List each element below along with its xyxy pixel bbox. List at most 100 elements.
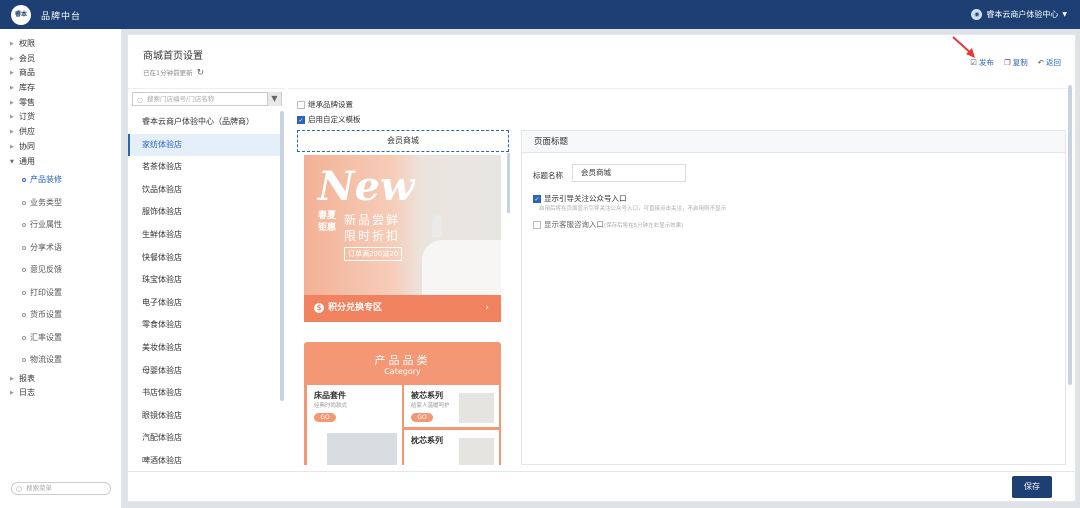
- sidebar-subnav: 产品装修 业务类型 行业属性 分享术语 意见反馈 打印设置 货币设置 汇率设置 …: [0, 169, 121, 372]
- sidebar: ▶ 权限 ▶ 会员 ▶ 商品 ▶ 库存 ▶ 零售 ▶ 订货 ▶ 供应 ▶ 协同 ▼ 通用 产品装修…: [0, 29, 122, 508]
- subitem-share-terms[interactable]: 分享术语: [0, 237, 121, 260]
- caret-right-icon: ▶: [10, 375, 14, 382]
- bullet-icon: [22, 268, 26, 273]
- sidebar-item-retail[interactable]: ▶ 零售: [0, 96, 121, 111]
- store-item[interactable]: 美妆体验店: [128, 337, 280, 360]
- store-item[interactable]: 茗茶体验店: [128, 156, 280, 179]
- bullet-icon: [22, 290, 26, 295]
- store-item[interactable]: 快餐体验店: [128, 247, 280, 270]
- store-item[interactable]: 母婴体验店: [128, 360, 280, 383]
- promo-banner[interactable]: New 春夏钜惠 新品尝鲜 限时折扣 订单满200减20: [304, 155, 501, 295]
- store-item[interactable]: 服饰体验店: [128, 201, 280, 224]
- filter-icon[interactable]: ▼: [267, 92, 281, 106]
- sidebar-item-logs[interactable]: ▶ 日志: [0, 386, 121, 401]
- category-card-quilt[interactable]: 被芯系列 给家人温暖呵护 GO: [404, 385, 499, 427]
- store-item[interactable]: 睿本云商户体验中心（品牌商）: [128, 111, 280, 134]
- sidebar-item-members[interactable]: ▶ 会员: [0, 52, 121, 67]
- category-card-pillow[interactable]: 枕芯系列: [404, 430, 499, 465]
- store-item[interactable]: 书店体验店: [128, 382, 280, 405]
- subitem-exchange-rate[interactable]: 汇率设置: [0, 327, 121, 350]
- store-item[interactable]: 零食体验店: [128, 314, 280, 337]
- sidebar-item-permissions[interactable]: ▶ 权限: [0, 37, 121, 52]
- edit-icon: ☑: [970, 58, 977, 67]
- sidebar-nav: ▶ 权限 ▶ 会员 ▶ 商品 ▶ 库存 ▶ 零售 ▶ 订货 ▶ 供应 ▶ 协同 ▼ 通用: [0, 29, 121, 169]
- refresh-icon[interactable]: ↻: [197, 68, 205, 78]
- publish-button[interactable]: ☑ 发布: [970, 57, 994, 68]
- pillow-image: [459, 438, 494, 465]
- settings-area: 继承品牌设置 ✓ 启用自定义模板 会员商城 New 春夏钜惠 新品尝鲜 限时折扣 …: [288, 88, 1073, 468]
- points-exchange-bar[interactable]: $ 积分兑换专区 ›: [304, 295, 501, 322]
- coin-icon: $: [314, 303, 324, 313]
- preview-scrollbar[interactable]: [507, 153, 510, 213]
- bullet-icon: [22, 245, 26, 250]
- sidebar-item-collab[interactable]: ▶ 协同: [0, 140, 121, 155]
- caret-down-icon: ▼: [10, 158, 14, 165]
- menu-search-input[interactable]: ○ 搜索菜单: [11, 482, 111, 495]
- sidebar-item-reports[interactable]: ▶ 报表: [0, 372, 121, 387]
- store-item[interactable]: 电子体验店: [128, 292, 280, 315]
- page-actions: ☑ 发布 ❐ 复制 ↶ 返回: [970, 57, 1061, 68]
- phone-preview-header[interactable]: 会员商城: [297, 130, 509, 152]
- banner-promo-text: 春夏钜惠: [318, 211, 337, 233]
- store-switcher[interactable]: ◉ 睿本云商户体验中心 ▼: [971, 9, 1067, 20]
- top-bar: 睿本 品牌中台 ◉ 睿本云商户体验中心 ▼: [0, 0, 1080, 29]
- sidebar-nav-bottom: ▶ 报表 ▶ 日志: [0, 372, 121, 401]
- customer-service-checkbox[interactable]: 显示客服咨询入口(保存后将在5分钟左右显示效果): [533, 219, 683, 230]
- search-icon: ○: [137, 96, 143, 104]
- follow-account-hint: 启用后将在页面显示引导关注公众号入口，可直接点击关注，不启用则不显示: [539, 206, 727, 212]
- category-section: 产品品类 Category 床品套件 经典时尚款式 GO 被芯系列 给家人温暖呵…: [304, 342, 501, 465]
- store-item[interactable]: 眼镜体验店: [128, 405, 280, 428]
- copy-icon: ❐: [1003, 58, 1011, 67]
- follow-account-checkbox[interactable]: ✓ 显示引导关注公众号入口: [533, 193, 627, 204]
- store-item[interactable]: 珠宝体验店: [128, 269, 280, 292]
- bullet-icon: [22, 200, 26, 205]
- checkbox-checked-icon: ✓: [297, 116, 305, 124]
- main-scrollbar[interactable]: [1068, 85, 1072, 385]
- bullet-icon: [22, 313, 26, 318]
- back-button[interactable]: ↶ 返回: [1038, 57, 1061, 68]
- main-panel: 商城首页设置 已在1分钟前更新 ↻ ☑ 发布 ❐ 复制 ↶ 返回 ○ 搜索门店编号/门店…: [127, 34, 1076, 502]
- store-search-input[interactable]: ○ 搜索门店编号/门店名称 ▼: [132, 92, 282, 106]
- store-item[interactable]: 汽配体验店: [128, 427, 280, 450]
- inherit-brand-checkbox[interactable]: 继承品牌设置: [297, 99, 353, 110]
- caret-right-icon: ▶: [10, 85, 14, 92]
- store-item[interactable]: 生鲜体验店: [128, 224, 280, 247]
- title-input[interactable]: 会员商城: [572, 164, 686, 182]
- store-item[interactable]: 饮品体验店: [128, 179, 280, 202]
- caret-right-icon: ▶: [10, 99, 14, 106]
- chevron-down-icon: ▼: [1062, 11, 1067, 18]
- category-title: 产品品类: [374, 354, 431, 367]
- subitem-product-decoration[interactable]: 产品装修: [0, 169, 121, 192]
- settings-header: 页面标题: [522, 131, 1065, 153]
- store-item[interactable]: 家纺体验店: [128, 133, 280, 157]
- store-list: 睿本云商户体验中心（品牌商） 家纺体验店 茗茶体验店 饮品体验店 服饰体验店 生…: [128, 111, 280, 473]
- custom-template-checkbox[interactable]: ✓ 启用自定义模板: [297, 114, 361, 125]
- banner-coupon: 订单满200减20: [344, 247, 403, 261]
- store-item[interactable]: 啤酒体验店: [128, 450, 280, 473]
- copy-button[interactable]: ❐ 复制: [1004, 57, 1028, 68]
- store-panel: ○ 搜索门店编号/门店名称 ▼ 睿本云商户体验中心（品牌商） 家纺体验店 茗茶体…: [128, 88, 285, 468]
- sidebar-item-ordering[interactable]: ▶ 订货: [0, 110, 121, 125]
- subitem-business-type[interactable]: 业务类型: [0, 192, 121, 215]
- caret-right-icon: ▶: [10, 41, 14, 47]
- caret-right-icon: ▶: [10, 129, 14, 136]
- banner-new-text: New: [318, 163, 415, 210]
- lamp-image: [432, 215, 442, 237]
- subitem-industry[interactable]: 行业属性: [0, 214, 121, 237]
- category-card-bedding[interactable]: 床品套件 经典时尚款式 GO: [307, 385, 402, 465]
- caret-right-icon: ▶: [10, 114, 14, 121]
- subitem-feedback[interactable]: 意见反馈: [0, 259, 121, 282]
- subitem-logistics[interactable]: 物流设置: [0, 349, 121, 372]
- sidebar-item-supply[interactable]: ▶ 供应: [0, 125, 121, 140]
- sidebar-item-inventory[interactable]: ▶ 库存: [0, 81, 121, 96]
- bullet-icon: [22, 358, 26, 363]
- subitem-currency[interactable]: 货币设置: [0, 304, 121, 327]
- subitem-print[interactable]: 打印设置: [0, 282, 121, 305]
- sidebar-item-general[interactable]: ▼ 通用: [0, 155, 121, 170]
- footer: 保存: [128, 471, 1075, 501]
- caret-right-icon: ▶: [10, 55, 14, 62]
- save-button[interactable]: 保存: [1012, 476, 1052, 498]
- bullet-icon: [22, 178, 26, 183]
- sidebar-item-products[interactable]: ▶ 商品: [0, 66, 121, 81]
- store-list-scrollbar[interactable]: [280, 111, 284, 401]
